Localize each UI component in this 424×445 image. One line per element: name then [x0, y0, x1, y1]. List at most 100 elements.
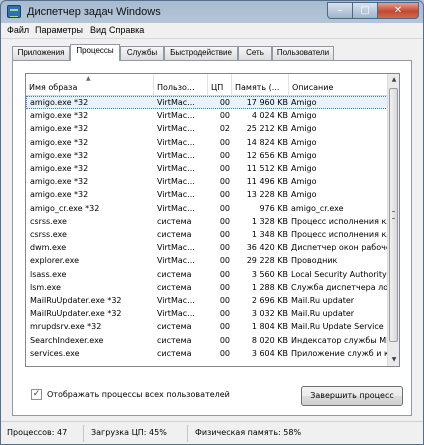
- table-row[interactable]: amigo.exe *32 VirtMac... 00 11 512 KB Amigo: [26, 162, 388, 175]
- process-name: amigo.exe *32: [30, 150, 89, 160]
- status-divider: [83, 425, 84, 442]
- close-button[interactable]: ✕: [378, 2, 419, 19]
- process-name: mrupdsrv.exe *32: [30, 322, 102, 332]
- process-description: Процесс исполнения кли...: [291, 230, 387, 239]
- table-row[interactable]: lsm.exe система 00 1 288 KB Служба диспетчер…: [26, 281, 388, 294]
- table-row[interactable]: SearchIndexer.exe система 00 8 020 KB Индекс…: [26, 334, 388, 347]
- process-description: Индексатор службы Micr...: [291, 335, 387, 345]
- maximize-button[interactable]: □: [353, 2, 378, 19]
- status-cpu-usage: Загрузка ЦП: 45%: [91, 428, 167, 437]
- process-name: amigo.exe *32: [30, 177, 89, 187]
- process-user: VirtMac...: [157, 164, 195, 173]
- process-name: amigo_cr.exe *32: [30, 203, 100, 213]
- process-user: VirtMac...: [157, 150, 195, 160]
- process-cpu: 02: [219, 124, 230, 134]
- process-memory: 2 696 KB: [251, 296, 288, 305]
- table-row[interactable]: csrss.exe система 00 1 328 KB Процесс исполн…: [26, 215, 388, 228]
- column-user[interactable]: Пользо...: [154, 74, 208, 96]
- show-all-users-checkbox[interactable]: ✓: [31, 389, 42, 400]
- process-cpu: 00: [219, 98, 230, 107]
- process-user: VirtMac...: [157, 111, 195, 121]
- process-description: Amigo: [291, 164, 317, 173]
- table-row[interactable]: amigo_cr.exe *32 VirtMac... 00 976 KB amigo_…: [26, 202, 388, 215]
- table-row[interactable]: services.exe система 00 3 604 KB Приложение …: [26, 347, 388, 360]
- end-process-button[interactable]: Завершить процесс: [301, 386, 403, 406]
- process-memory: 976 KB: [259, 203, 288, 213]
- process-user: система: [157, 216, 192, 226]
- show-all-users-label[interactable]: Отображать процессы всех пользователей: [47, 390, 230, 399]
- process-cpu: 00: [219, 335, 230, 345]
- process-name: amigo.exe *32: [30, 98, 89, 107]
- process-cpu: 00: [219, 243, 230, 253]
- process-memory: 29 228 KB: [246, 256, 288, 266]
- status-bar: Процессов: 47 Загрузка ЦП: 45% Физическа…: [1, 421, 423, 444]
- table-row[interactable]: amigo.exe *32 VirtMac... 00 11 496 KB Amigo: [26, 175, 388, 188]
- process-memory: 1 804 KB: [251, 322, 288, 332]
- process-user: система: [157, 282, 192, 292]
- process-name: explorer.exe: [30, 256, 80, 266]
- process-user: VirtMac...: [157, 296, 195, 305]
- process-list[interactable]: Имя образа ▲ Пользо... ЦП Память (... Оп…: [25, 73, 400, 367]
- process-description: Процесс исполнения кли...: [291, 216, 387, 226]
- menu-bar: Файл Параметры Вид Справка: [1, 23, 423, 39]
- process-name: dwm.exe: [30, 243, 67, 253]
- table-row[interactable]: explorer.exe VirtMac... 00 29 228 KB Проводн…: [26, 254, 388, 267]
- tab-users[interactable]: Пользователи: [272, 46, 334, 60]
- process-name: MailRuUpdater.exe *32: [30, 309, 122, 319]
- window-title: Диспетчер задач Windows: [27, 6, 161, 18]
- tab-network[interactable]: Сеть: [238, 46, 272, 60]
- process-cpu: 00: [219, 348, 230, 358]
- process-description: Amigo: [291, 98, 317, 107]
- column-image-name[interactable]: Имя образа ▲: [26, 74, 154, 96]
- tab-services[interactable]: Службы: [120, 46, 164, 60]
- process-name: amigo.exe *32: [30, 164, 89, 173]
- scroll-down-icon[interactable]: ▼: [388, 354, 399, 366]
- task-manager-window: Диспетчер задач Windows – □ ✕ Файл Парам…: [0, 0, 424, 445]
- tab-applications[interactable]: Приложения: [12, 46, 70, 60]
- table-row[interactable]: amigo.exe *32 VirtMac... 00 17 960 KB Amigo: [26, 96, 388, 110]
- process-memory: 25 212 KB: [246, 124, 288, 134]
- table-row[interactable]: amigo.exe *32 VirtMac... 00 4 024 KB Amigo: [26, 109, 388, 122]
- process-name: MailRuUpdater.exe *32: [30, 296, 122, 305]
- process-memory: 1 328 KB: [251, 216, 288, 226]
- process-name: csrss.exe: [30, 216, 67, 226]
- scroll-thumb[interactable]: [389, 88, 398, 342]
- tab-processes[interactable]: Процессы: [70, 44, 120, 61]
- process-cpu: 00: [219, 322, 230, 332]
- process-memory: 36 420 KB: [246, 243, 288, 253]
- title-bar[interactable]: Диспетчер задач Windows – □ ✕: [1, 1, 423, 23]
- menu-file[interactable]: Файл: [7, 25, 29, 35]
- table-row[interactable]: amigo.exe *32 VirtMac... 00 13 228 KB Amigo: [26, 188, 388, 201]
- menu-help[interactable]: Справка: [109, 25, 144, 35]
- process-description: Amigo: [291, 190, 317, 200]
- table-row[interactable]: mrupdsrv.exe *32 система 00 1 804 KB Mail.Ru…: [26, 320, 388, 333]
- column-memory[interactable]: Память (...: [232, 74, 289, 96]
- table-row[interactable]: dwm.exe VirtMac... 00 36 420 KB Диспетчер ок…: [26, 241, 388, 254]
- table-row[interactable]: MailRuUpdater.exe *32 VirtMac... 00 2 696 K…: [26, 294, 388, 307]
- scroll-up-icon[interactable]: ▲: [388, 74, 399, 86]
- vertical-scrollbar[interactable]: ▲ ▼: [387, 74, 399, 366]
- process-user: VirtMac...: [157, 203, 195, 213]
- table-row[interactable]: amigo.exe *32 VirtMac... 00 12 656 KB Amigo: [26, 149, 388, 162]
- table-row[interactable]: MailRuUpdater.exe *32 VirtMac... 00 3 032 K…: [26, 307, 388, 320]
- table-row[interactable]: amigo.exe *32 VirtMac... 02 25 212 KB Amigo: [26, 122, 388, 135]
- menu-view[interactable]: Вид: [90, 25, 106, 35]
- process-cpu: 00: [219, 150, 230, 160]
- process-description: Local Security Authority Pr...: [291, 269, 387, 279]
- menu-options[interactable]: Параметры: [35, 25, 83, 35]
- process-cpu: 00: [219, 296, 230, 305]
- process-user: VirtMac...: [157, 190, 195, 200]
- column-description[interactable]: Описание: [289, 74, 388, 96]
- table-row[interactable]: lsass.exe система 00 3 560 KB Local Security…: [26, 268, 388, 281]
- process-name: services.exe: [30, 348, 80, 358]
- process-memory: 4 024 KB: [251, 111, 288, 121]
- table-row[interactable]: csrss.exe система 00 1 348 KB Процесс исполн…: [26, 228, 388, 241]
- process-name: amigo.exe *32: [30, 124, 89, 134]
- table-row[interactable]: amigo.exe *32 VirtMac... 00 14 824 KB Amigo: [26, 136, 388, 149]
- minimize-button[interactable]: –: [327, 2, 353, 19]
- column-cpu[interactable]: ЦП: [208, 74, 232, 96]
- task-manager-icon: [7, 5, 21, 18]
- process-memory: 3 032 KB: [251, 309, 288, 319]
- process-cpu: 00: [219, 269, 230, 279]
- tab-performance[interactable]: Быстродействие: [164, 46, 238, 60]
